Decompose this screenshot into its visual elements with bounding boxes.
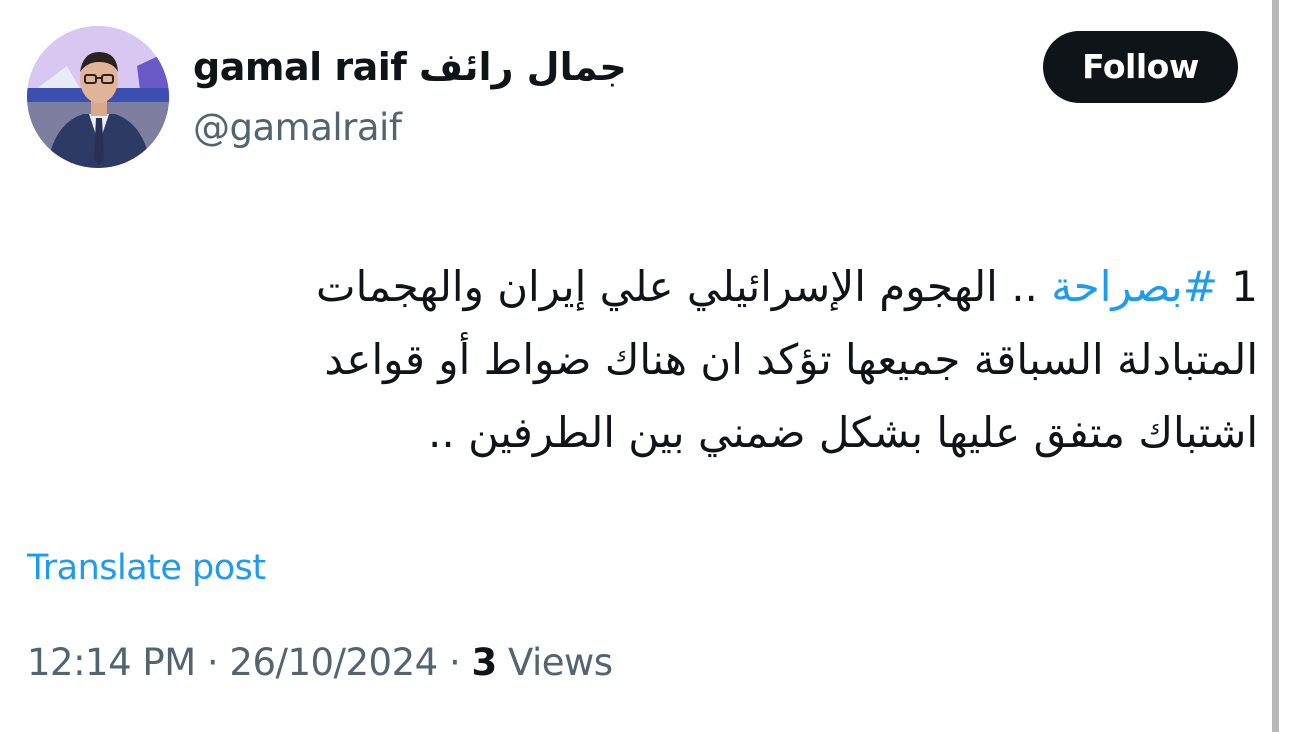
post-detail: gamal raif جمال رائف @gamalraif Follow 1… bbox=[0, 0, 1289, 732]
post-date[interactable]: 26/10/2024 bbox=[229, 641, 438, 684]
views-label: Views bbox=[496, 641, 613, 684]
display-name[interactable]: gamal raif جمال رائف bbox=[193, 42, 627, 92]
follow-button[interactable]: Follow bbox=[1043, 31, 1238, 103]
post-line-1: 1 #بصراحة .. الهجوم الإسرائيلي علي إيران… bbox=[140, 250, 1258, 323]
scrollbar[interactable] bbox=[1272, 0, 1279, 732]
post-line-1-text: .. الهجوم الإسرائيلي علي إيران والهجمات bbox=[316, 262, 1052, 311]
post-line-3: اشتباك متفق عليها بشكل ضمني بين الطرفين … bbox=[428, 408, 1258, 457]
user-handle[interactable]: @gamalraif bbox=[193, 104, 402, 152]
avatar-photo bbox=[27, 26, 169, 168]
post-text: 1 #بصراحة .. الهجوم الإسرائيلي علي إيران… bbox=[140, 250, 1258, 469]
translate-post-link[interactable]: Translate post bbox=[27, 544, 266, 592]
post-time[interactable]: 12:14 PM bbox=[27, 641, 196, 684]
hashtag-link[interactable]: #بصراحة bbox=[1051, 262, 1218, 311]
post-line-2: المتبادلة السباقة جميعها تؤكد ان هناك ضو… bbox=[324, 335, 1258, 384]
avatar[interactable] bbox=[27, 26, 169, 168]
views-count[interactable]: 3 bbox=[471, 641, 497, 684]
post-number: 1 bbox=[1217, 262, 1258, 311]
post-metadata: 12:14 PM · 26/10/2024 · 3 Views bbox=[27, 638, 613, 688]
meta-separator: · bbox=[195, 641, 230, 684]
meta-separator: · bbox=[437, 641, 472, 684]
